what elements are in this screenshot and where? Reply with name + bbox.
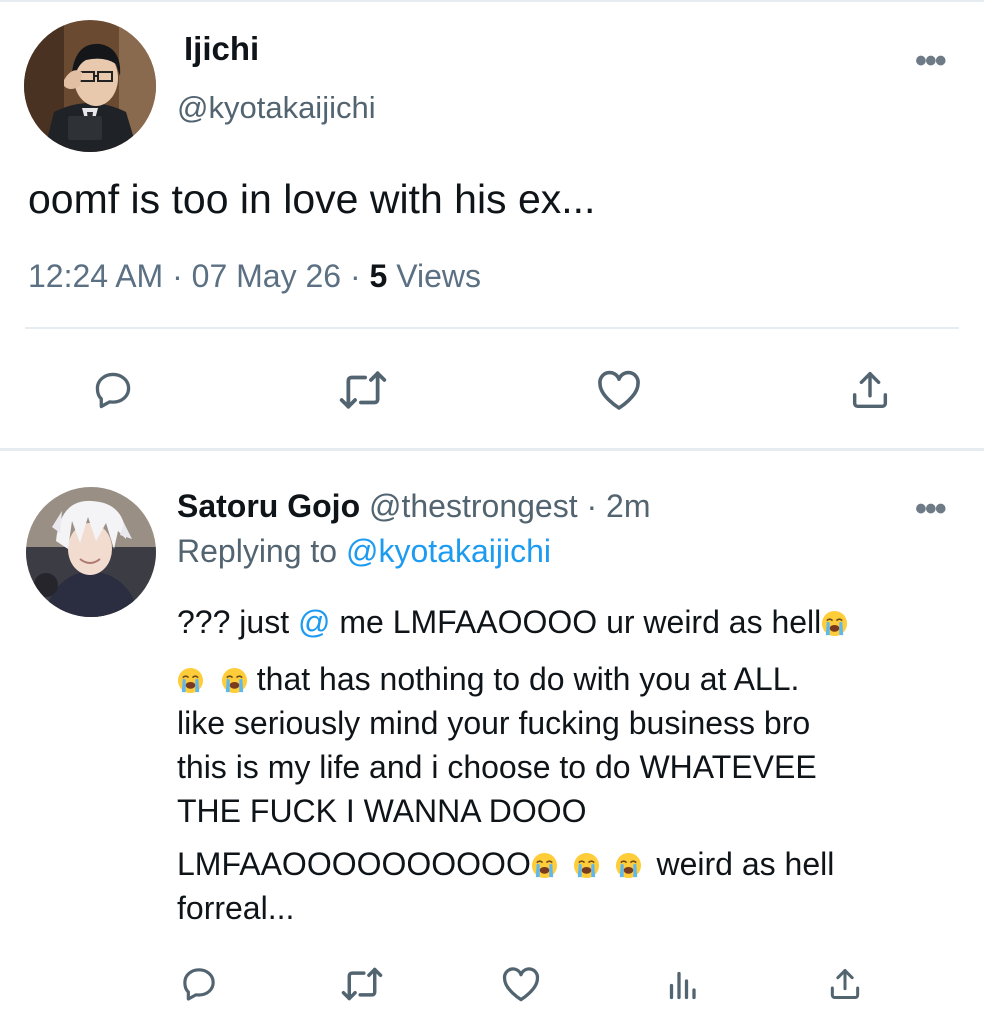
loudly-crying-face-emoji: [615, 852, 642, 879]
avatar-satoru-gojo[interactable]: [26, 487, 156, 617]
reply-author-handle[interactable]: @thestrongest: [369, 488, 578, 524]
text-segment: me LMFAAOOOO ur weird as hell: [330, 604, 822, 640]
tweet-date[interactable]: 07 May 26: [192, 258, 341, 294]
reply-header: Satoru Gojo @thestrongest · 2m: [177, 488, 650, 525]
share-icon[interactable]: [844, 364, 896, 416]
avatar-ijichi[interactable]: [24, 20, 156, 152]
tweet-time[interactable]: 12:24 AM: [28, 258, 163, 294]
reply-author-name[interactable]: Satoru Gojo: [177, 488, 360, 524]
text-segment: weird as hell: [647, 846, 835, 882]
retweet-icon[interactable]: [334, 364, 392, 416]
loudly-crying-face-emoji: [573, 852, 600, 879]
heart-icon[interactable]: [592, 364, 646, 416]
top-divider: [0, 0, 984, 2]
separator: ·: [349, 258, 361, 294]
analytics-icon[interactable]: [660, 962, 704, 1006]
replying-handle-link[interactable]: @kyotakaijichi: [346, 533, 551, 569]
reply-icon[interactable]: [177, 962, 221, 1006]
reply-text-line: THE FUCK I WANNA DOOO: [177, 793, 587, 829]
loudly-crying-face-emoji: [221, 667, 248, 694]
loudly-crying-face-emoji: [821, 610, 848, 637]
reply-text-line: that has nothing to do with you at ALL.: [177, 657, 799, 701]
text-segment: that has nothing to do with you at ALL.: [247, 661, 800, 697]
text-segment: LMFAAOOOOOOOOOO: [177, 846, 531, 882]
more-icon[interactable]: •••: [915, 44, 947, 78]
loudly-crying-face-emoji: [177, 667, 204, 694]
reply-icon[interactable]: [87, 364, 139, 416]
tweet-meta: 12:24 AM · 07 May 26 · 5 Views: [28, 258, 481, 295]
views-count: 5: [369, 258, 388, 294]
section-divider: [0, 448, 984, 451]
more-icon[interactable]: •••: [915, 492, 947, 526]
replying-to: Replying to @kyotakaijichi: [177, 533, 551, 570]
heart-icon[interactable]: [498, 962, 544, 1006]
views-label[interactable]: Views: [396, 258, 481, 294]
separator: ·: [172, 258, 183, 294]
mention-link[interactable]: @: [298, 604, 330, 640]
reply-age[interactable]: 2m: [606, 488, 650, 524]
reply-text-line: LMFAAOOOOOOOOOO weird as hell: [177, 842, 834, 886]
reply-text-line: forreal...: [177, 890, 295, 926]
reply-text-line: this is my life and i choose to do WHATE…: [177, 749, 817, 785]
reply-text-line: like seriously mind your fucking busines…: [177, 705, 811, 741]
author-name[interactable]: Ijichi: [184, 30, 259, 68]
tweet-text: oomf is too in love with his ex...: [28, 176, 596, 222]
separator: ·: [586, 488, 598, 524]
loudly-crying-face-emoji: [531, 852, 558, 879]
reply-text-line: ??? just @ me LMFAAOOOO ur weird as hell: [177, 600, 848, 644]
retweet-icon[interactable]: [336, 962, 388, 1006]
divider: [25, 327, 959, 329]
text-segment: ??? just: [177, 604, 298, 640]
replying-prefix: Replying to: [177, 533, 338, 569]
author-handle[interactable]: @kyotakaijichi: [177, 90, 376, 126]
share-icon[interactable]: [823, 962, 867, 1006]
